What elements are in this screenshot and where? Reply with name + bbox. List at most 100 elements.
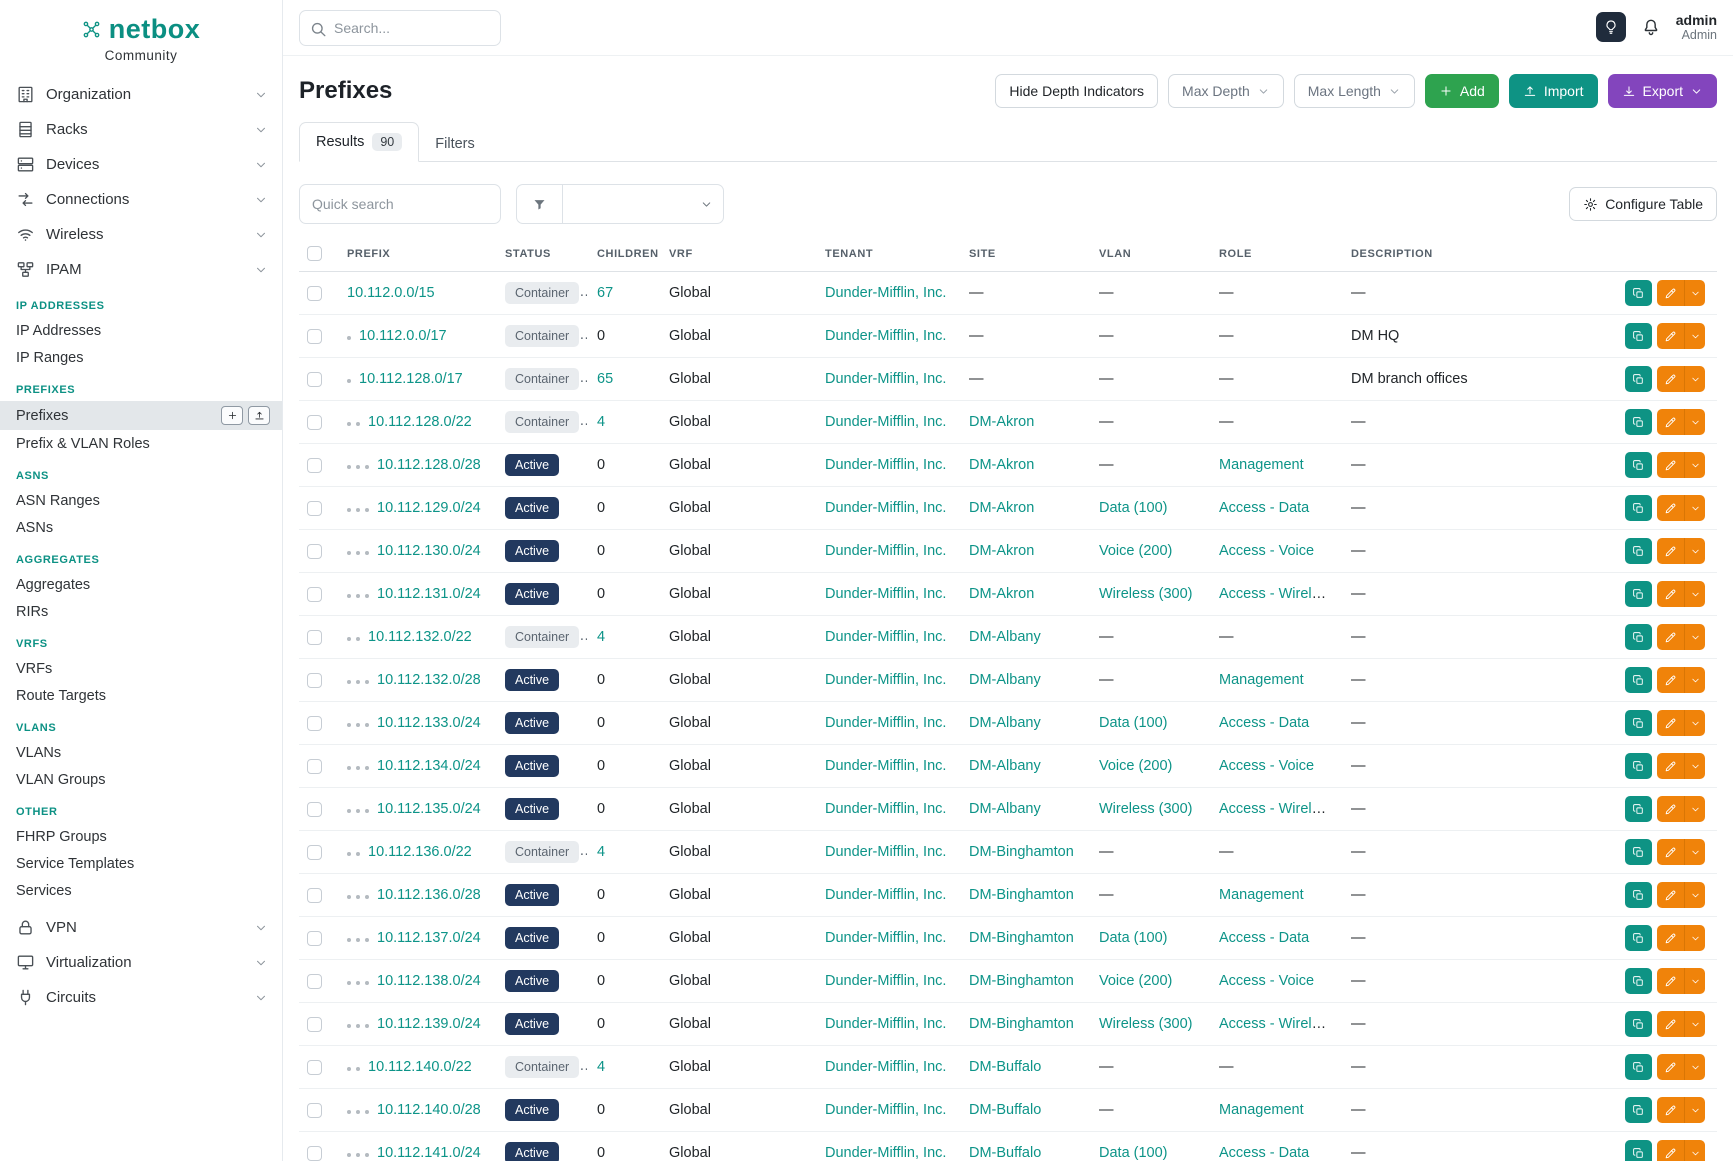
role-link[interactable]: Access - Data [1219, 500, 1309, 516]
site-link[interactable]: DM-Albany [969, 629, 1041, 645]
vlan-link[interactable]: Data (100) [1099, 500, 1168, 516]
sidebar-item-fhrp-groups[interactable]: FHRP Groups [0, 823, 282, 850]
role-link[interactable]: Access - Wireless [1219, 801, 1334, 817]
sidebar-item-ipam[interactable]: IPAM [0, 252, 282, 287]
site-link[interactable]: DM-Akron [969, 457, 1034, 473]
tenant-link[interactable]: Dunder-Mifflin, Inc. [825, 715, 946, 731]
edit-dropdown-button[interactable] [1684, 1054, 1705, 1080]
max-depth-dropdown[interactable]: Max Depth [1168, 74, 1284, 108]
edit-button[interactable] [1657, 882, 1684, 908]
edit-dropdown-button[interactable] [1684, 925, 1705, 951]
site-link[interactable]: DM-Binghamton [969, 887, 1074, 903]
edit-button[interactable] [1657, 925, 1684, 951]
children-link[interactable]: 4 [597, 844, 605, 860]
role-link[interactable]: Management [1219, 672, 1304, 688]
sidebar-item-ip-ranges[interactable]: IP Ranges [0, 344, 282, 371]
export-dropdown-button[interactable]: Export [1608, 74, 1717, 108]
tenant-link[interactable]: Dunder-Mifflin, Inc. [825, 1016, 946, 1032]
copy-button[interactable] [1625, 323, 1652, 349]
role-link[interactable]: Access - Voice [1219, 543, 1314, 559]
row-checkbox[interactable] [307, 587, 322, 602]
vlan-link[interactable]: Wireless (300) [1099, 1016, 1192, 1032]
site-link[interactable]: DM-Buffalo [969, 1059, 1041, 1075]
theme-toggle-button[interactable] [1596, 12, 1626, 42]
children-link[interactable]: 67 [597, 285, 613, 301]
tab-filters[interactable]: Filters [419, 126, 490, 162]
tenant-link[interactable]: Dunder-Mifflin, Inc. [825, 1059, 946, 1075]
row-checkbox[interactable] [307, 501, 322, 516]
edit-dropdown-button[interactable] [1684, 581, 1705, 607]
edit-button[interactable] [1657, 796, 1684, 822]
copy-button[interactable] [1625, 1097, 1652, 1123]
edit-dropdown-button[interactable] [1684, 366, 1705, 392]
tenant-link[interactable]: Dunder-Mifflin, Inc. [825, 1102, 946, 1118]
edit-button[interactable] [1657, 366, 1684, 392]
filter-button[interactable] [516, 184, 562, 224]
copy-button[interactable] [1625, 538, 1652, 564]
edit-dropdown-button[interactable] [1684, 710, 1705, 736]
row-checkbox[interactable] [307, 1060, 322, 1075]
edit-button[interactable] [1657, 624, 1684, 650]
edit-dropdown-button[interactable] [1684, 968, 1705, 994]
site-link[interactable]: DM-Albany [969, 672, 1041, 688]
role-link[interactable]: Access - Wireless [1219, 586, 1334, 602]
tenant-link[interactable]: Dunder-Mifflin, Inc. [825, 801, 946, 817]
prefix-link[interactable]: 10.112.140.0/28 [377, 1102, 481, 1118]
row-checkbox[interactable] [307, 974, 322, 989]
edit-dropdown-button[interactable] [1684, 667, 1705, 693]
copy-button[interactable] [1625, 409, 1652, 435]
copy-button[interactable] [1625, 1011, 1652, 1037]
role-link[interactable]: Management [1219, 457, 1304, 473]
tenant-link[interactable]: Dunder-Mifflin, Inc. [825, 457, 946, 473]
row-checkbox[interactable] [307, 888, 322, 903]
site-link[interactable]: DM-Buffalo [969, 1145, 1041, 1161]
prefix-link[interactable]: 10.112.132.0/28 [377, 672, 481, 688]
sidebar-item-devices[interactable]: Devices [0, 147, 282, 182]
site-link[interactable]: DM-Akron [969, 500, 1034, 516]
sidebar-item-circuits[interactable]: Circuits [0, 980, 282, 1015]
prefix-link[interactable]: 10.112.128.0/22 [368, 414, 472, 430]
row-checkbox[interactable] [307, 329, 322, 344]
prefix-link[interactable]: 10.112.138.0/24 [377, 973, 481, 989]
edit-button[interactable] [1657, 495, 1684, 521]
copy-button[interactable] [1625, 882, 1652, 908]
edit-dropdown-button[interactable] [1684, 452, 1705, 478]
sidebar-item-racks[interactable]: Racks [0, 112, 282, 147]
prefix-link[interactable]: 10.112.137.0/24 [377, 930, 481, 946]
quick-add-button[interactable] [221, 406, 243, 425]
tenant-link[interactable]: Dunder-Mifflin, Inc. [825, 930, 946, 946]
role-link[interactable]: Access - Data [1219, 715, 1309, 731]
prefix-link[interactable]: 10.112.128.0/28 [377, 457, 481, 473]
hide-depth-indicators-button[interactable]: Hide Depth Indicators [995, 74, 1158, 108]
children-link[interactable]: 65 [597, 371, 613, 387]
edit-dropdown-button[interactable] [1684, 882, 1705, 908]
role-link[interactable]: Access - Data [1219, 1145, 1309, 1161]
edit-dropdown-button[interactable] [1684, 1011, 1705, 1037]
edit-button[interactable] [1657, 1140, 1684, 1161]
user-menu[interactable]: admin Admin [1676, 12, 1717, 44]
copy-button[interactable] [1625, 280, 1652, 306]
row-checkbox[interactable] [307, 372, 322, 387]
tenant-link[interactable]: Dunder-Mifflin, Inc. [825, 500, 946, 516]
sidebar-item-wireless[interactable]: Wireless [0, 217, 282, 252]
sidebar-item-vlan-groups[interactable]: VLAN Groups [0, 766, 282, 793]
site-link[interactable]: DM-Akron [969, 586, 1034, 602]
sidebar-item-prefix-vlan-roles[interactable]: Prefix & VLAN Roles [0, 430, 282, 457]
sidebar-item-prefixes[interactable]: Prefixes [0, 401, 282, 430]
row-checkbox[interactable] [307, 458, 322, 473]
prefix-link[interactable]: 10.112.0.0/15 [347, 285, 435, 301]
prefix-link[interactable]: 10.112.134.0/24 [377, 758, 481, 774]
tenant-link[interactable]: Dunder-Mifflin, Inc. [825, 758, 946, 774]
prefix-link[interactable]: 10.112.135.0/24 [377, 801, 481, 817]
children-link[interactable]: 4 [597, 1059, 605, 1075]
prefix-link[interactable]: 10.112.130.0/24 [377, 543, 481, 559]
global-search-input[interactable] [299, 10, 501, 46]
site-link[interactable]: DM-Binghamton [969, 844, 1074, 860]
import-button[interactable]: Import [1509, 74, 1598, 108]
row-checkbox[interactable] [307, 802, 322, 817]
sidebar-item-vpn[interactable]: VPN [0, 910, 282, 945]
copy-button[interactable] [1625, 796, 1652, 822]
vlan-link[interactable]: Wireless (300) [1099, 801, 1192, 817]
vlan-link[interactable]: Data (100) [1099, 715, 1168, 731]
vlan-link[interactable]: Data (100) [1099, 930, 1168, 946]
